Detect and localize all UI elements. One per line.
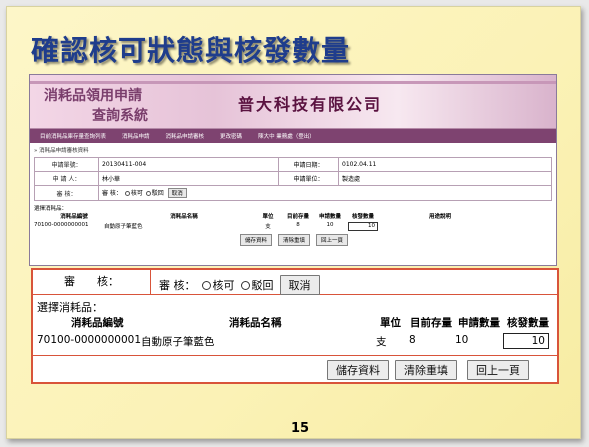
back-button[interactable]: 回上一頁 (316, 234, 349, 246)
zoom-approve-label: 核可 (212, 279, 235, 292)
item-name: 自動原子筆藍色 (104, 224, 143, 230)
zoom-save-button[interactable]: 儲存資料 (327, 360, 389, 380)
item-stock: 8 (296, 222, 300, 228)
nav-item-stock-list[interactable]: 目前消耗品庫存量查詢列表 (32, 132, 114, 140)
selected-items-label: 選擇消耗品： (34, 206, 68, 212)
banner-title-line2: 查詢系統 (92, 108, 148, 124)
zoom-item-row: 70100-0000000001 自動原子筆藍色 支 8 10 10 (33, 333, 557, 350)
zoom-col-issued: 核發數量 (507, 317, 549, 329)
nav-item-apply[interactable]: 消耗品申請 (114, 132, 158, 140)
zoom-item-stock: 8 (409, 334, 416, 346)
zoom-selected-label: 選擇消耗品： (37, 301, 103, 314)
date-value: 0102.04.11 (338, 157, 552, 172)
zoom-reject-radio[interactable] (240, 280, 250, 290)
zoom-form-buttons: 儲存資料 清除重填 回上一頁 (33, 360, 557, 380)
applicant-value: 林小華 (98, 171, 279, 186)
col-unit: 單位 (262, 214, 274, 220)
date-label: 申請日期： (278, 157, 339, 172)
zoom-reset-button[interactable]: 清除重填 (395, 360, 457, 380)
zoom-issued-input[interactable]: 10 (503, 333, 549, 349)
zoom-approve-radio[interactable] (201, 280, 211, 290)
company-name: 普大科技有限公司 (238, 95, 383, 114)
reset-button[interactable]: 清除重填 (277, 234, 310, 246)
unit-label: 申請單位： (278, 171, 339, 186)
zoom-review-text: 審 核： (159, 279, 196, 292)
breadcrumb: » 消耗品申請審核資料 (34, 148, 89, 154)
applicant-label: 申 請 人： (34, 171, 99, 186)
zoom-col-name: 消耗品名稱 (229, 317, 282, 329)
zoom-col-stock: 目前存量 (410, 317, 452, 329)
zoom-back-button[interactable]: 回上一頁 (467, 360, 529, 380)
item-requested: 10 (326, 222, 334, 228)
form-buttons: 儲存資料 清除重填 回上一頁 (30, 234, 556, 246)
nav-item-user-logout[interactable]: 陳大中 業務處（登出） (250, 132, 323, 140)
items-header: 消耗品編號 消耗品名稱 單位 目前存量 申請數量 核發數量 用途說明 (34, 212, 552, 220)
banner-title-line1: 消耗品領用申請 (44, 88, 142, 104)
review-text: 審 核： (102, 190, 122, 197)
approve-radio[interactable] (124, 191, 130, 196)
nav-bar: 目前消耗品庫存量查詢列表 消耗品申請 消耗品申請審核 更改密碼 陳大中 業務處（… (30, 129, 556, 143)
zoom-col-unit: 單位 (380, 317, 401, 329)
page-number: 15 (291, 421, 310, 436)
zoom-item-name: 自動原子筆藍色 (141, 336, 215, 348)
review-controls: 審 核： 核可 駁回 取消 (98, 185, 552, 201)
zoom-item-unit: 支 (376, 336, 387, 348)
zoom-cancel-button[interactable]: 取消 (279, 275, 320, 295)
app-banner: 消耗品領用申請 查詢系統 普大科技有限公司 (30, 75, 556, 129)
review-label: 審 核： (34, 185, 99, 201)
save-button[interactable]: 儲存資料 (239, 234, 272, 246)
zoom-review-row: 審 核： 審 核： 核可 駁回 取消 (33, 270, 557, 295)
reject-label: 駁回 (151, 190, 164, 197)
zoom-divider (33, 355, 557, 356)
item-code: 70100-0000000001 (34, 222, 89, 228)
cancel-button[interactable]: 取消 (167, 188, 187, 198)
zoom-col-code: 消耗品編號 (71, 317, 124, 329)
col-name: 消耗品名稱 (170, 214, 198, 220)
col-code: 消耗品編號 (60, 214, 88, 220)
zoom-items-header: 消耗品編號 消耗品名稱 單位 目前存量 申請數量 核發數量 (33, 315, 557, 329)
banner-stripe (30, 81, 556, 84)
zoom-review-label: 審 核： (33, 270, 151, 294)
selected-items: 選擇消耗品： 消耗品編號 消耗品名稱 單位 目前存量 申請數量 核發數量 用途說… (34, 204, 552, 231)
nav-item-change-password[interactable]: 更改密碼 (212, 132, 250, 140)
col-issued: 核發數量 (351, 214, 374, 220)
app-screenshot: 消耗品領用申請 查詢系統 普大科技有限公司 目前消耗品庫存量查詢列表 消耗品申請… (29, 74, 557, 266)
item-unit: 支 (265, 224, 271, 230)
zoomed-review-panel: 審 核： 審 核： 核可 駁回 取消 選擇消耗品： 消耗品編號 消耗品名稱 單位… (31, 268, 559, 384)
issued-input[interactable]: 10 (348, 222, 378, 231)
zoom-item-requested: 10 (455, 334, 469, 346)
zoom-item-code: 70100-0000000001 (37, 334, 141, 346)
approve-label: 核可 (130, 190, 143, 197)
application-form: 申請單號： 20130411-004 申請日期： 0102.04.11 申 請 … (34, 157, 552, 201)
reject-radio[interactable] (145, 191, 151, 196)
zoom-reject-label: 駁回 (251, 279, 274, 292)
col-requested: 申請數量 (318, 214, 341, 220)
app-no-label: 申請單號： (34, 157, 99, 172)
col-stock: 目前存量 (286, 214, 309, 220)
col-purpose: 用途說明 (428, 214, 451, 220)
zoom-review-controls: 審 核： 核可 駁回 取消 (159, 275, 320, 295)
app-no-value: 20130411-004 (98, 157, 279, 172)
nav-item-review[interactable]: 消耗品申請審核 (158, 132, 213, 140)
slide-title: 確認核可狀態與核發數量 (31, 34, 351, 67)
zoom-col-requested: 申請數量 (458, 317, 500, 329)
unit-value: 製造處 (338, 171, 552, 186)
item-row: 70100-0000000001 自動原子筆藍色 支 8 10 10 (34, 222, 552, 231)
